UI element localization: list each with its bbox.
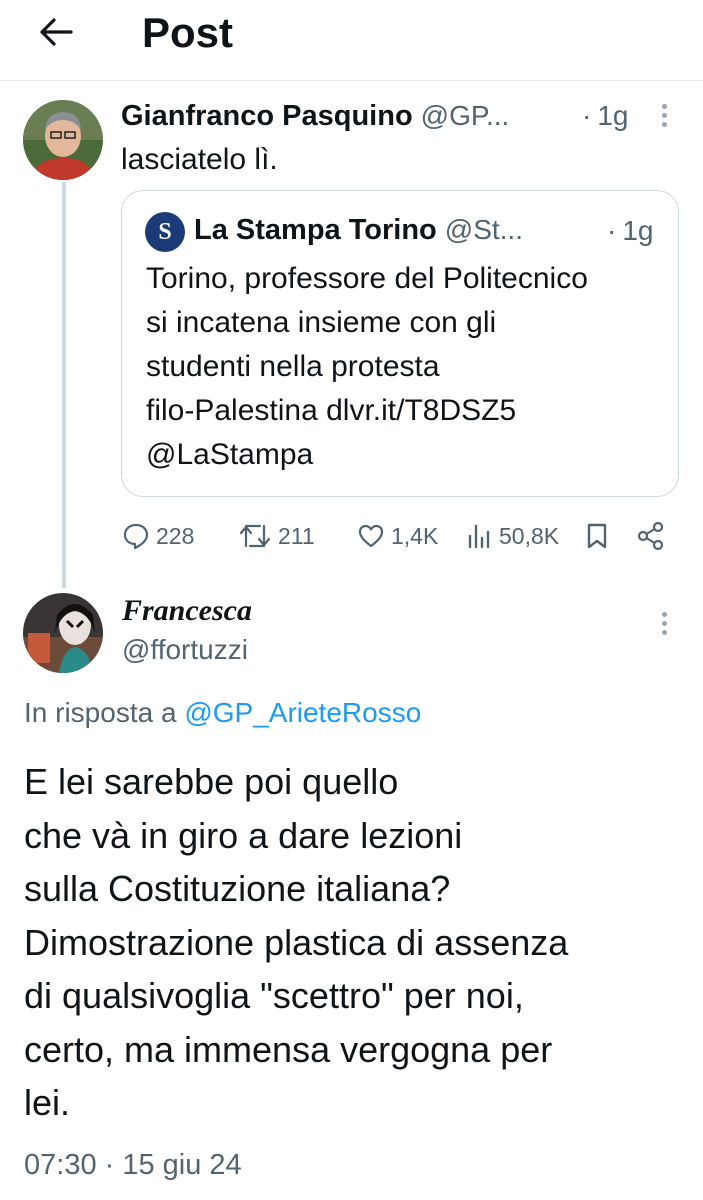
quoted-text-line: @LaStampa: [146, 438, 314, 471]
reply-text-line: E lei sarebbe poi quello: [24, 761, 399, 802]
quoted-time: · 1g: [607, 213, 653, 249]
share-icon: [637, 521, 664, 551]
tweet-time: · 1g: [582, 98, 628, 134]
logo-text: S: [158, 218, 172, 245]
more-options-icon[interactable]: [662, 104, 667, 127]
page-title: Post: [142, 9, 234, 56]
views-count: 50,8K: [499, 523, 560, 549]
quoted-text-line: Torino, professore del Politecnico: [146, 262, 588, 295]
quoted-author-name: La Stampa Torino: [194, 214, 437, 246]
reply-prefix: In risposta a: [24, 697, 177, 728]
quoted-text-line: si incatena insieme con gli: [146, 306, 497, 339]
reply-to-link[interactable]: @GP_ArieteRosso: [184, 697, 421, 728]
back-button[interactable]: [34, 10, 78, 54]
quoted-text-line: filo-Palestina dlvr.it/T8DSZ5: [146, 394, 517, 427]
bookmark-button[interactable]: [585, 522, 609, 555]
top-bar: [0, 0, 703, 81]
reply-context: In risposta a @GP_ArieteRosso: [24, 695, 421, 731]
reply-text-line: Dimostrazione plastica di assenza: [24, 921, 569, 963]
reply-count: 228: [156, 523, 195, 549]
reply-text-line: lei.: [24, 1082, 71, 1123]
time: 1g: [622, 215, 654, 246]
reply-text: E lei sarebbe poi quello che và in giro …: [24, 755, 568, 1130]
quoted-header: La Stampa Torino @St...: [194, 212, 523, 248]
reply-text-line: di qualsivoglia "scettro" per noi,: [24, 975, 524, 1016]
bookmark-icon: [587, 523, 607, 549]
avatar[interactable]: [23, 100, 103, 180]
repost-count: 211: [278, 523, 315, 549]
separator-dot: ·: [607, 215, 617, 246]
quoted-author-handle: @St...: [444, 214, 523, 245]
thread-line: [62, 182, 66, 588]
reply-text-line: certo, ma immensa vergogna per: [24, 1028, 553, 1070]
time[interactable]: 1g: [597, 98, 628, 134]
tweet-timestamp[interactable]: 07:30 · 15 giu 24: [24, 1147, 242, 1183]
reply-icon: [123, 523, 149, 550]
quoted-text-line: studenti nella protesta: [146, 350, 440, 383]
like-count: 1,4K: [391, 523, 439, 549]
like-button[interactable]: 1,4K: [357, 521, 438, 551]
separator-dot: ·: [582, 100, 592, 131]
author-name[interactable]: Francesca: [122, 594, 252, 628]
author-handle[interactable]: @ffortuzzi: [122, 633, 248, 667]
repost-icon: [239, 524, 271, 548]
avatar[interactable]: [23, 593, 103, 673]
share-button[interactable]: [636, 521, 666, 556]
views-icon: [468, 524, 490, 549]
quoted-avatar: S: [145, 212, 185, 252]
arrow-left-icon: [40, 18, 73, 46]
author-handle[interactable]: @GP...: [421, 100, 510, 132]
more-options-icon[interactable]: [662, 612, 667, 635]
quoted-text: Torino, professore del Politecnico si in…: [146, 257, 588, 477]
reply-text-line: sulla Costituzione italiana?: [24, 868, 451, 909]
repost-button[interactable]: 211: [238, 521, 315, 551]
tweet-text: lasciatelo lì.: [121, 143, 278, 176]
views-button[interactable]: 50,8K: [467, 521, 559, 551]
reply-text-line: che và in giro a dare lezioni: [24, 814, 463, 856]
reply-button[interactable]: 228: [122, 521, 194, 551]
author-name[interactable]: Gianfranco Pasquino: [121, 98, 413, 134]
heart-icon: [358, 524, 384, 548]
tweet-header: Gianfranco Pasquino @GP...: [121, 98, 509, 134]
